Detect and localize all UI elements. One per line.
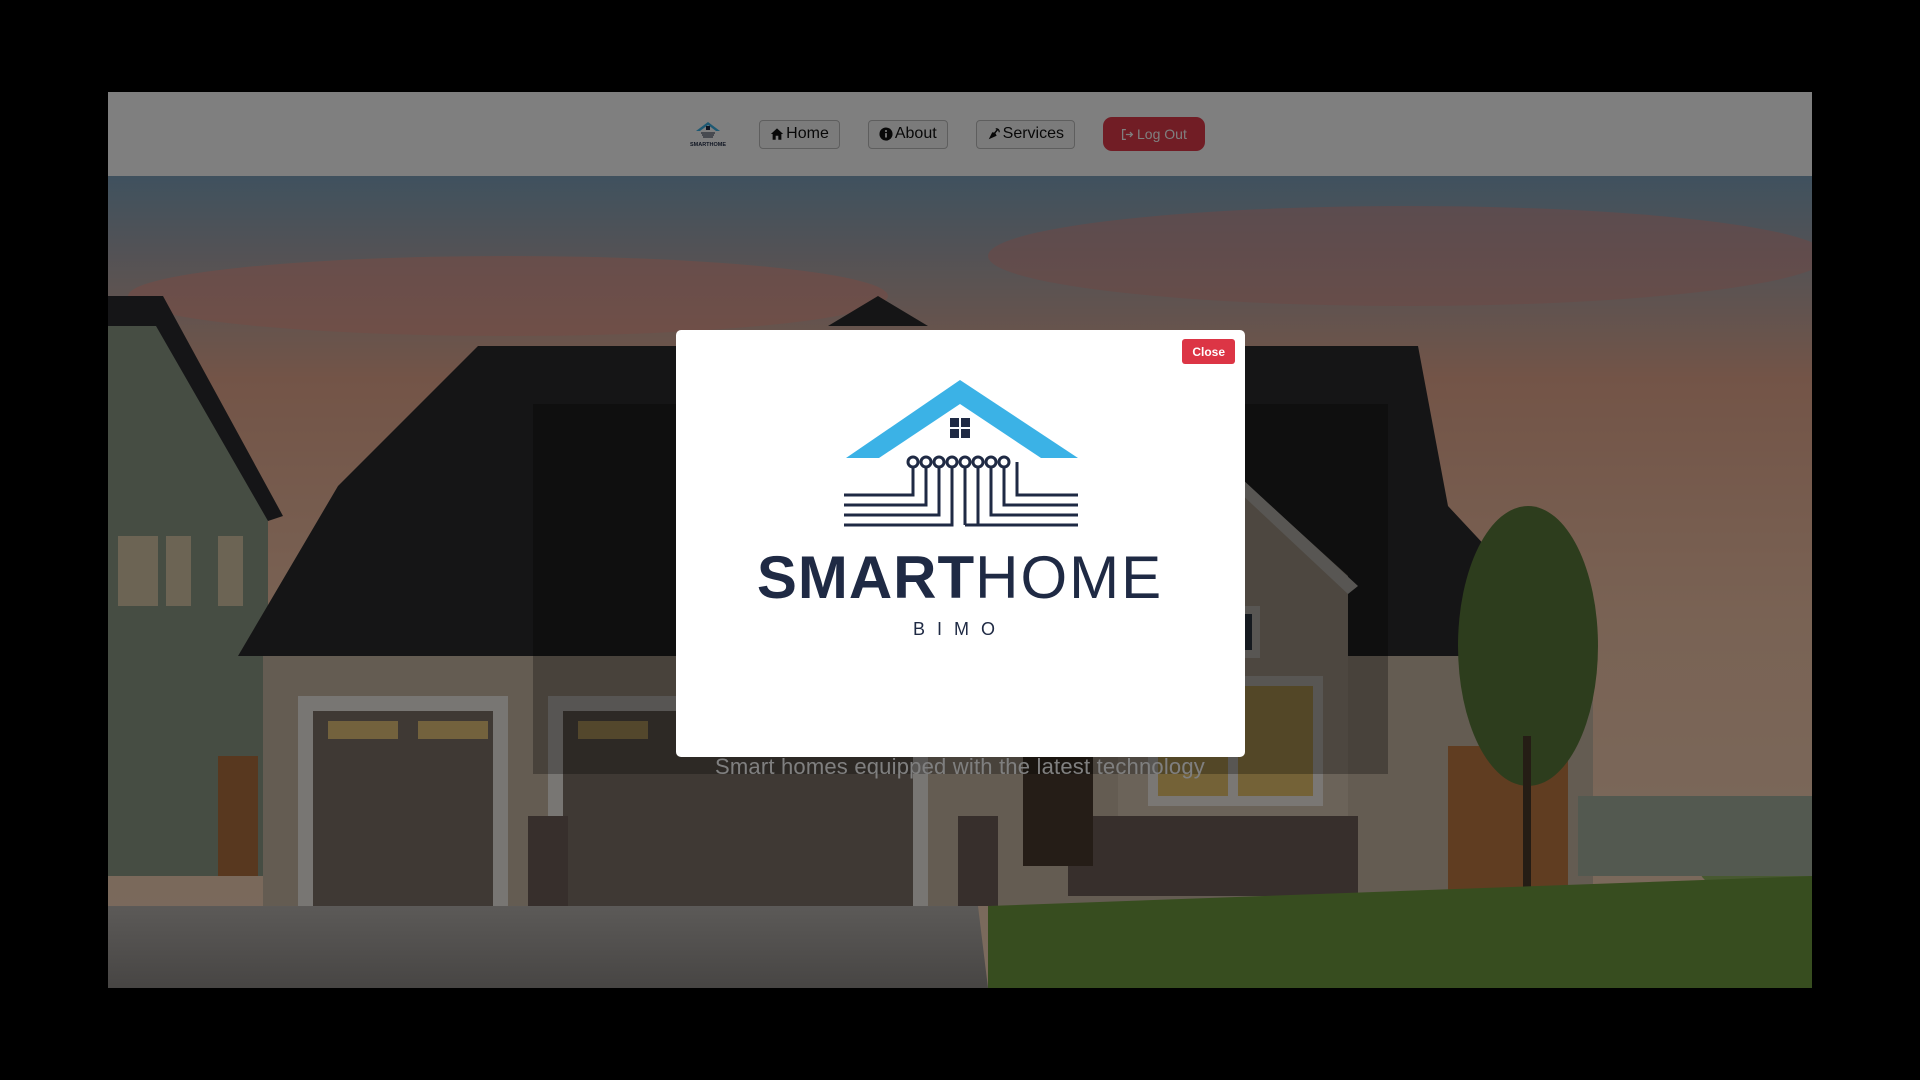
logo-word-home: HOME xyxy=(975,544,1163,611)
close-button[interactable]: Close xyxy=(1182,339,1235,364)
logo-tagline: BIMO xyxy=(913,619,1007,639)
svg-text:SMARTHOME: SMARTHOME xyxy=(757,544,1163,611)
logo-word-smart: SMART xyxy=(757,544,975,611)
logo-modal: Close SMARTHOME BIMO xyxy=(676,330,1245,757)
smarthome-logo: SMARTHOME BIMO xyxy=(757,380,1163,639)
